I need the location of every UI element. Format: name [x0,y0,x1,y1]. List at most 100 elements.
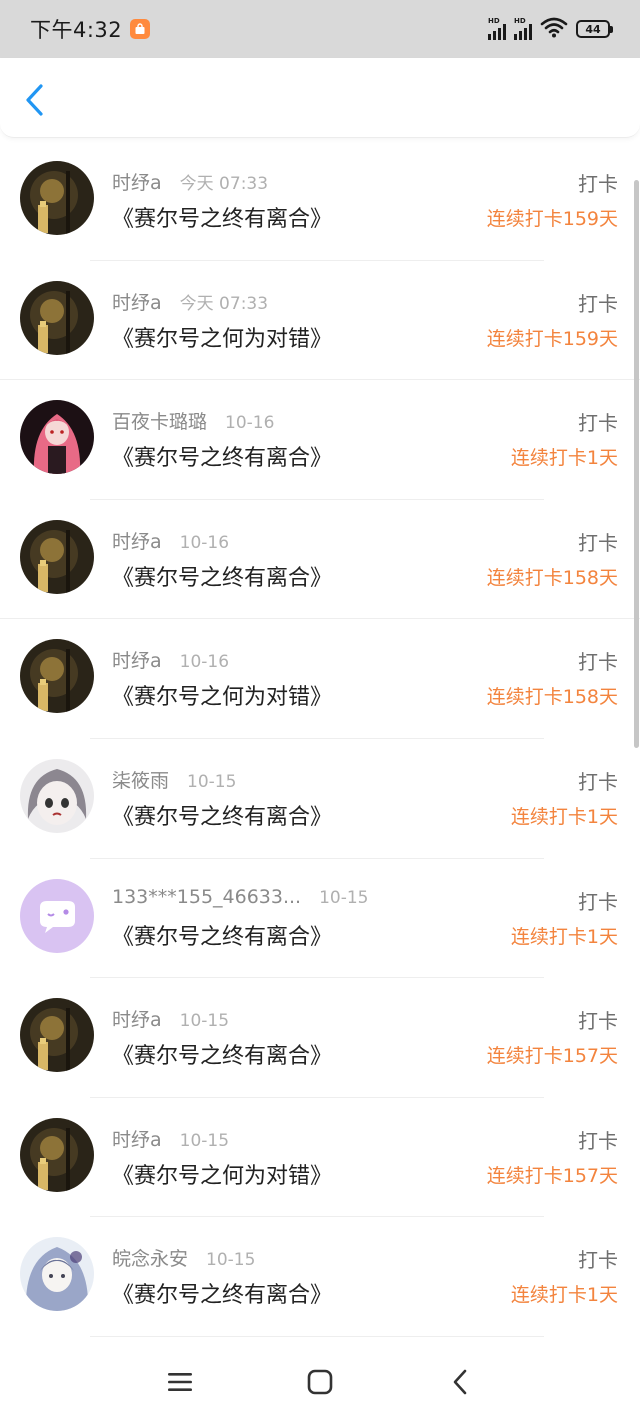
checkin-label: 打卡 [578,769,618,794]
status-bar: 下午4:32 HD HD 44 [0,0,640,58]
divider [90,1335,544,1337]
user-name[interactable]: 时纾a [112,1125,162,1152]
battery-icon: 44 [576,20,613,38]
signal-hd-icon-2: HD [514,17,532,40]
avatar[interactable] [20,519,94,594]
wifi-icon [540,16,568,42]
checkin-label: 打卡 [578,889,618,914]
system-back-button[interactable] [440,1362,480,1402]
header [0,58,640,138]
item-meta: 时纾a 10-15 [112,1005,229,1032]
book-title: 《赛尔号之终有离合》 [112,924,333,950]
status-right: HD HD 44 [488,16,613,42]
item-meta: 百夜卡璐璐 10-16 [112,407,274,434]
post-time: 10-16 [179,532,230,553]
status-time: 下午4:32 [30,18,123,42]
streak-count: 连续打卡157天 [486,1164,618,1187]
book-title: 《赛尔号之终有离合》 [112,565,333,591]
streak-count: 连续打卡159天 [486,327,618,350]
post-time: 10-15 [206,1250,256,1271]
book-title: 《赛尔号之终有离合》 [112,446,333,472]
streak-count: 连续打卡159天 [486,208,618,230]
back-button[interactable] [16,80,52,120]
book-title: 《赛尔号之何为对错》 [112,685,333,711]
item-meta: 133***155_46633... 10-15 [112,886,369,908]
checkin-label: 打卡 [578,650,618,675]
checkin-label: 打卡 [578,291,618,316]
user-name[interactable]: 时纾a [112,168,162,195]
item-meta: 皖念永安 10-15 [112,1244,255,1271]
avatar[interactable] [20,639,94,714]
shopping-bag-icon [130,19,151,39]
item-meta: 时纾a 10-16 [112,527,229,554]
avatar[interactable] [20,400,94,475]
book-title: 《赛尔号之终有离合》 [112,804,333,830]
status-left: 下午4:32 [30,14,151,44]
system-navbar [0,1340,640,1423]
list-item[interactable]: 柒筱雨 10-15 《赛尔号之终有离合》 打卡连续打卡1天 [0,739,640,859]
post-time: 今天 07:33 [179,174,269,194]
avatar[interactable] [20,280,94,355]
item-meta: 时纾a 10-16 [112,646,229,673]
streak-count: 连续打卡1天 [510,1284,618,1307]
user-name[interactable]: 柒筱雨 [112,766,169,793]
checkin-label: 打卡 [578,1128,618,1153]
avatar[interactable] [20,878,94,953]
post-time: 今天 07:33 [179,293,269,314]
user-name[interactable]: 时纾a [112,288,162,315]
checkin-label: 打卡 [578,1248,618,1273]
back-triangle-icon [453,1369,467,1395]
post-time: 10-16 [179,652,230,673]
user-name[interactable]: 时纾a [112,527,162,554]
avatar[interactable] [20,758,94,833]
user-name[interactable]: 时纾a [112,1005,162,1032]
user-name[interactable]: 133***155_46633... [112,886,301,908]
checkin-label: 打卡 [578,411,618,436]
signal-hd-icon: HD [488,17,506,40]
list-item[interactable]: 时纾a 10-16 《赛尔号之何为对错》 打卡连续打卡158天 [0,619,640,739]
list-item[interactable]: 时纾a 10-16 《赛尔号之终有离合》 打卡 连续打卡158天 [0,500,640,620]
post-time: 10-15 [179,1011,230,1032]
post-time: 10-16 [225,413,275,434]
list-item[interactable]: 百夜卡璐璐 10-16 《赛尔号之终有离合》 打卡连续打卡1天 [0,380,640,500]
home-button[interactable] [300,1362,340,1402]
home-square-icon [307,1369,333,1395]
item-meta: 时纾a 10-15 [112,1125,229,1152]
menu-icon [168,1373,192,1391]
checkin-label: 打卡 [578,172,618,196]
list-item[interactable]: 时纾a 今天 07:33 《赛尔号之何为对错》 打卡 连续打卡159天 [0,261,640,381]
post-time: 10-15 [179,1130,230,1151]
screen: 下午4:32 HD HD 44 时纾a 今天 07:33 《赛尔号之终有离合》 … [0,0,640,1423]
book-title: 《赛尔号之何为对错》 [112,1163,333,1189]
book-title: 《赛尔号之终有离合》 [112,207,333,232]
user-name[interactable]: 百夜卡璐璐 [112,407,207,434]
chevron-left-icon [26,84,43,116]
book-title: 《赛尔号之终有离合》 [112,1283,333,1309]
scrollbar[interactable] [634,180,639,748]
post-time: 10-15 [319,887,369,908]
list-item[interactable]: 时纾a 10-15 《赛尔号之何为对错》 打卡连续打卡157天 [0,1098,640,1218]
checkin-label: 打卡 [578,530,618,555]
avatar[interactable] [20,1117,94,1192]
streak-count: 连续打卡158天 [486,686,618,709]
streak-count: 连续打卡157天 [486,1045,618,1068]
book-title: 《赛尔号之终有离合》 [112,1044,333,1070]
avatar[interactable] [20,998,94,1073]
item-meta: 柒筱雨 10-15 [112,766,236,793]
checkin-label: 打卡 [578,1009,618,1034]
item-meta: 时纾a 今天 07:33 [112,168,268,195]
user-name[interactable]: 时纾a [112,646,162,673]
streak-count: 连续打卡1天 [510,805,618,828]
list-item[interactable]: 时纾a 今天 07:33 《赛尔号之终有离合》 打卡连续打卡159天 [0,141,640,261]
list-item[interactable]: 133***155_46633... 10-15 《赛尔号之终有离合》 打卡连续打卡1… [0,859,640,979]
list-item[interactable]: 皖念永安 10-15 《赛尔号之终有离合》 打卡连续打卡1天 [0,1217,640,1337]
list-item[interactable]: 时纾a 10-15 《赛尔号之终有离合》 打卡连续打卡157天 [0,978,640,1098]
item-meta: 时纾a 今天 07:33 [112,288,268,315]
avatar[interactable] [20,1237,94,1312]
user-name[interactable]: 皖念永安 [112,1244,188,1271]
avatar[interactable] [20,161,94,235]
streak-count: 连续打卡1天 [510,447,618,470]
menu-button[interactable] [160,1362,200,1402]
streak-count: 连续打卡1天 [510,925,618,948]
checkin-list: 时纾a 今天 07:33 《赛尔号之终有离合》 打卡 连续打卡159天 时纾a 今天 07:… [0,141,640,1337]
